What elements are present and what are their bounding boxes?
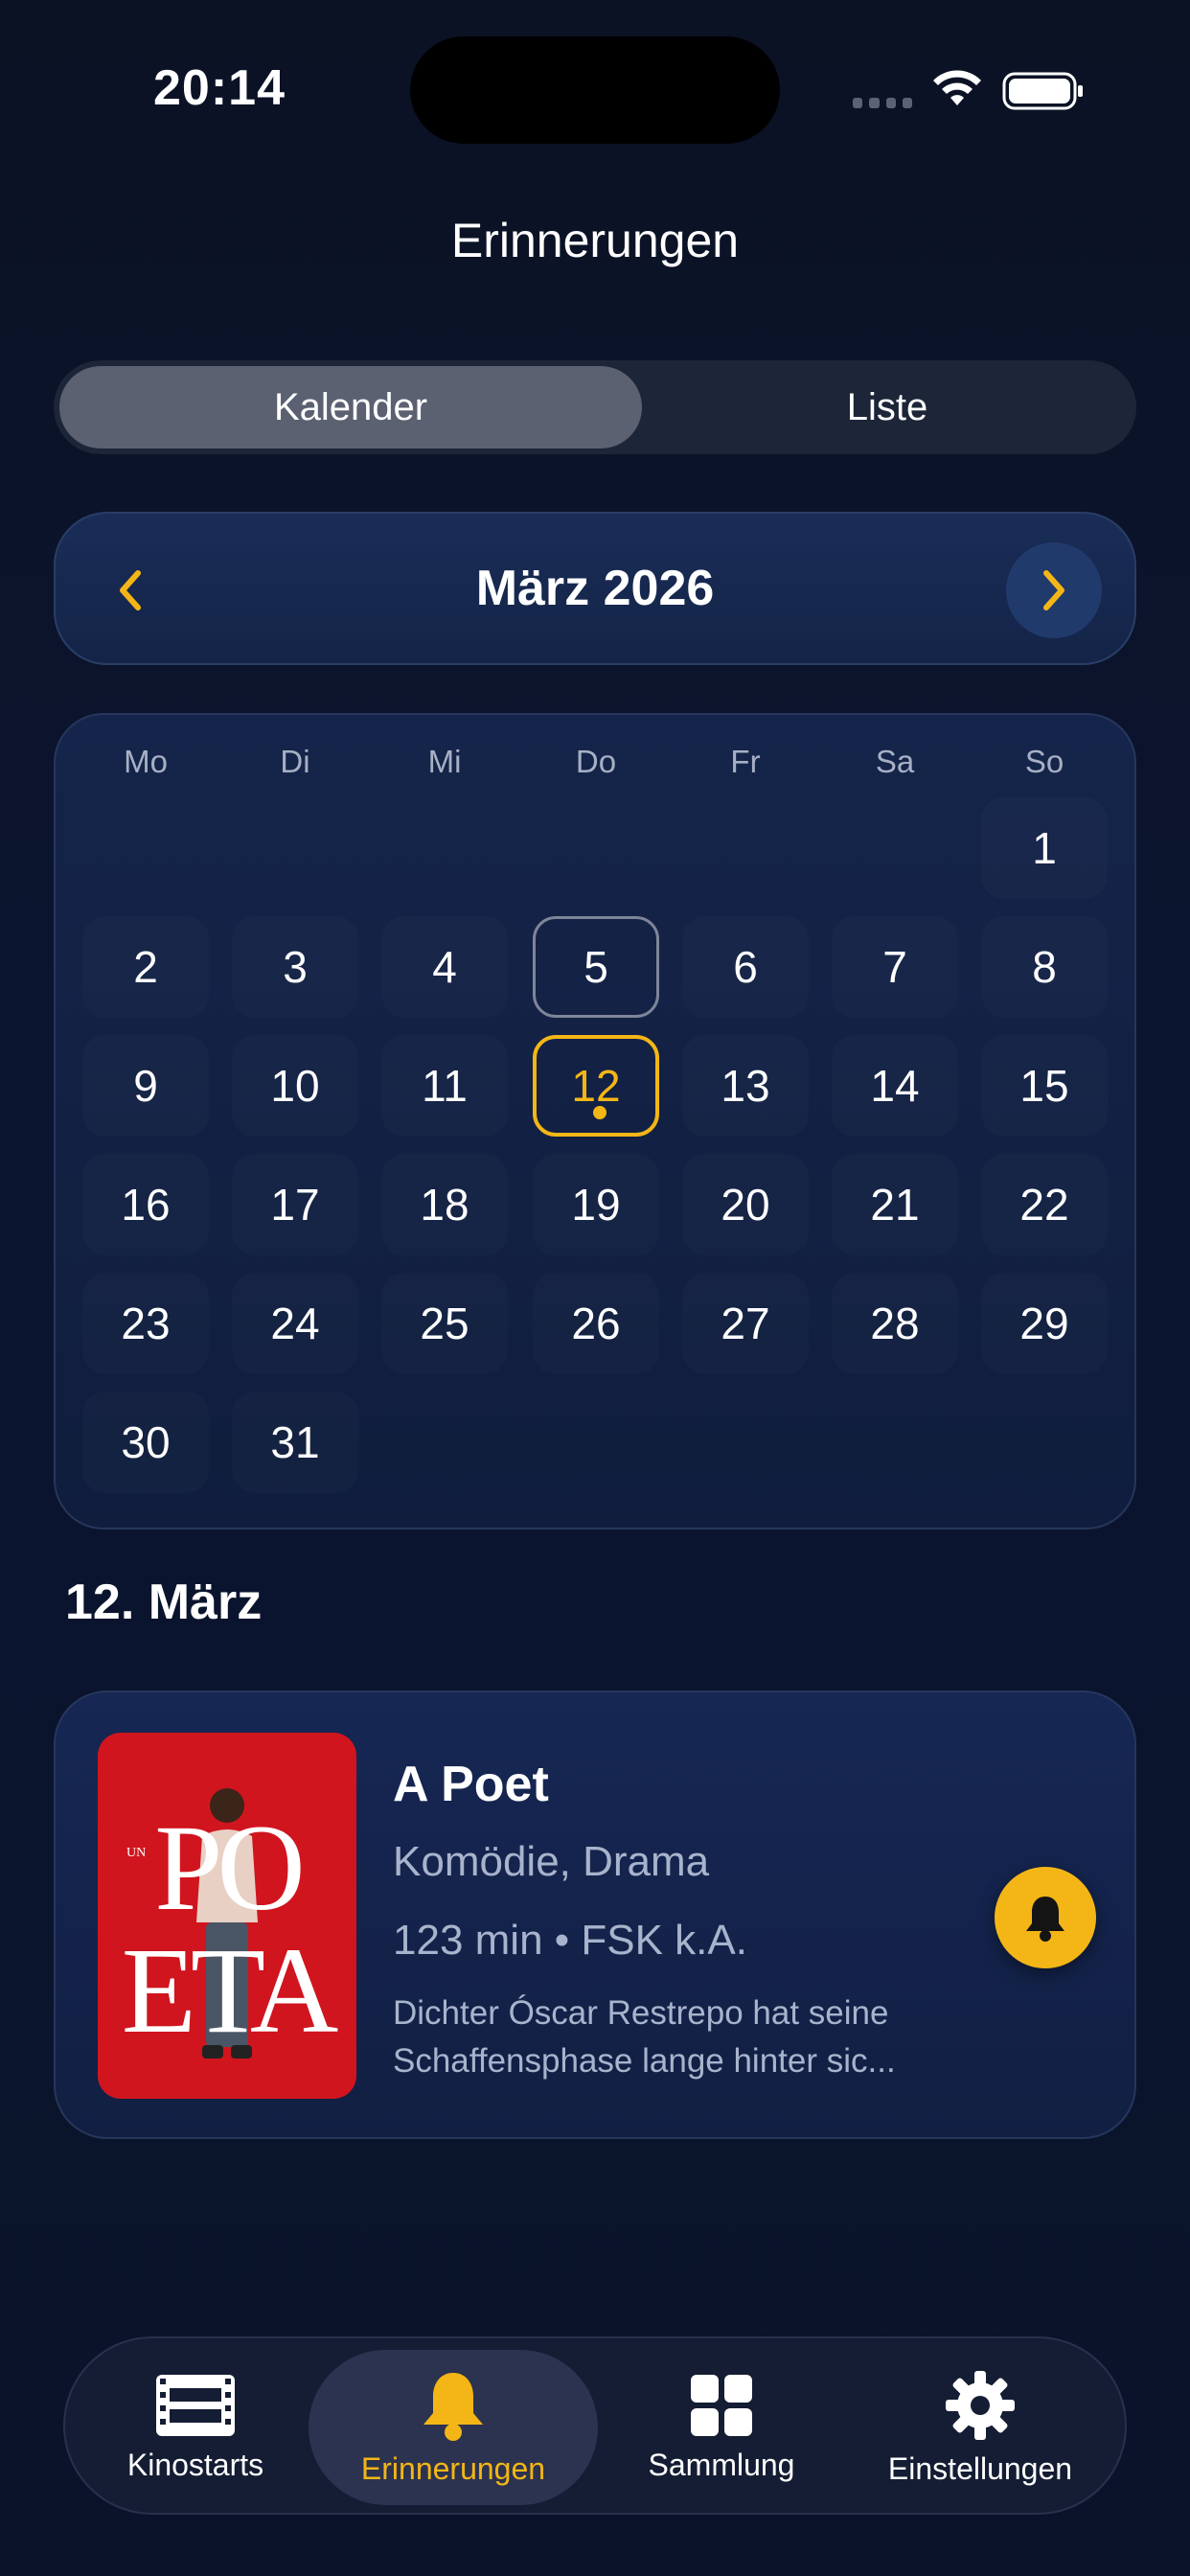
reminder-movie-card[interactable]: UN PO ETA A Poet Komödie, Drama 123 min … [54,1690,1136,2139]
tab-kinostarts[interactable]: Kinostarts [84,2350,307,2505]
grid-icon [691,2374,752,2436]
calendar-day[interactable]: 23 [82,1273,209,1374]
wifi-icon [933,70,981,105]
poster-title-bottom: ETA [121,1922,339,2058]
tab-label: Einstellungen [887,2450,1073,2486]
tab-sammlung[interactable]: Sammlung [602,2350,841,2505]
weekday-label: Fr [730,744,761,779]
reminder-dot-indicator [593,1106,606,1119]
next-month-button[interactable] [1006,542,1102,638]
weekday-label: Mi [427,744,462,779]
bell-icon [423,2372,483,2441]
battery-icon [1002,72,1083,110]
film-icon [156,2374,235,2436]
calendar-day[interactable]: 10 [232,1035,358,1137]
calendar-day[interactable]: 14 [832,1035,958,1137]
calendar-day[interactable]: 18 [381,1154,508,1255]
chevron-right-icon [1043,570,1064,610]
bottom-tab-bar: Kinostarts Erinnerungen Sammlung Einstel… [63,2336,1127,2515]
calendar-day[interactable]: 25 [381,1273,508,1374]
calendar-day[interactable]: 30 [82,1392,209,1493]
calendar-day[interactable]: 31 [232,1392,358,1493]
calendar-day[interactable]: 8 [981,916,1108,1018]
weekday-label: Do [575,744,617,779]
calendar-day[interactable]: 4 [381,916,508,1018]
reminder-toggle-button[interactable] [995,1867,1096,1968]
calendar-day[interactable]: 3 [232,916,358,1018]
tab-label: Kinostarts [126,2447,264,2482]
movie-meta: 123 min • FSK k.A. [393,1917,747,1964]
weekday-label: So [1024,744,1064,779]
month-title: März 2026 [475,561,715,616]
calendar-day[interactable]: 21 [832,1154,958,1255]
previous-month-button[interactable] [92,552,169,629]
calendar-day[interactable]: 24 [232,1273,358,1374]
calendar-day[interactable]: 27 [682,1273,809,1374]
weekday-label: Di [280,744,310,779]
calendar-day-selected[interactable]: 12 [533,1035,659,1137]
calendar-day[interactable]: 17 [232,1154,358,1255]
calendar-day[interactable]: 16 [82,1154,209,1255]
gear-icon [946,2370,1015,2440]
dynamic-island [410,36,780,144]
calendar-day[interactable]: 22 [981,1154,1108,1255]
movie-title: A Poet [393,1757,549,1812]
calendar-day[interactable]: 20 [682,1154,809,1255]
weekday-label: Sa [875,744,915,779]
calendar-day-today[interactable]: 5 [533,916,659,1018]
tab-liste[interactable]: Liste [644,366,1131,448]
selected-day-title: 12. März [65,1575,263,1630]
calendar-day[interactable]: 19 [533,1154,659,1255]
status-bar: 20:14 [0,0,1190,182]
page-title: Erinnerungen [450,214,740,267]
calendar-day[interactable]: 6 [682,916,809,1018]
calendar-day[interactable]: 2 [82,916,209,1018]
calendar-day[interactable]: 11 [381,1035,508,1137]
calendar-day[interactable]: 1 [981,797,1108,899]
movie-description: Dichter Óscar Restrepo hat seine Schaffe… [393,1994,896,2080]
bell-icon [1026,1897,1064,1942]
weekday-label: Mo [124,744,168,779]
calendar-day[interactable]: 9 [82,1035,209,1137]
month-navigation: März 2026 [54,512,1136,665]
calendar-day-number: 12 [571,1061,621,1111]
tab-erinnerungen[interactable]: Erinnerungen [309,2350,598,2505]
calendar-grid: Mo Di Mi Do Fr Sa So 1 2 3 4 5 6 7 8 9 1… [54,713,1136,1530]
tab-einstellungen[interactable]: Einstellungen [851,2350,1110,2505]
calendar-day[interactable]: 15 [981,1035,1108,1137]
calendar-day[interactable]: 28 [832,1273,958,1374]
tab-kalender[interactable]: Kalender [59,366,642,448]
calendar-day[interactable]: 7 [832,916,958,1018]
status-time: 20:14 [153,60,286,116]
chevron-left-icon [120,570,141,610]
calendar-day[interactable]: 29 [981,1273,1108,1374]
view-segmented-control: Kalender Liste [54,360,1136,454]
calendar-day[interactable]: 13 [682,1035,809,1137]
movie-poster: UN PO ETA [98,1733,356,2099]
cellular-signal-icon [853,98,912,111]
tab-label: Sammlung [648,2447,795,2482]
calendar-day[interactable]: 26 [533,1273,659,1374]
poster-title-top: PO [154,1800,306,1936]
tab-label: Erinnerungen [360,2450,546,2486]
movie-genres: Komödie, Drama [393,1838,710,1885]
